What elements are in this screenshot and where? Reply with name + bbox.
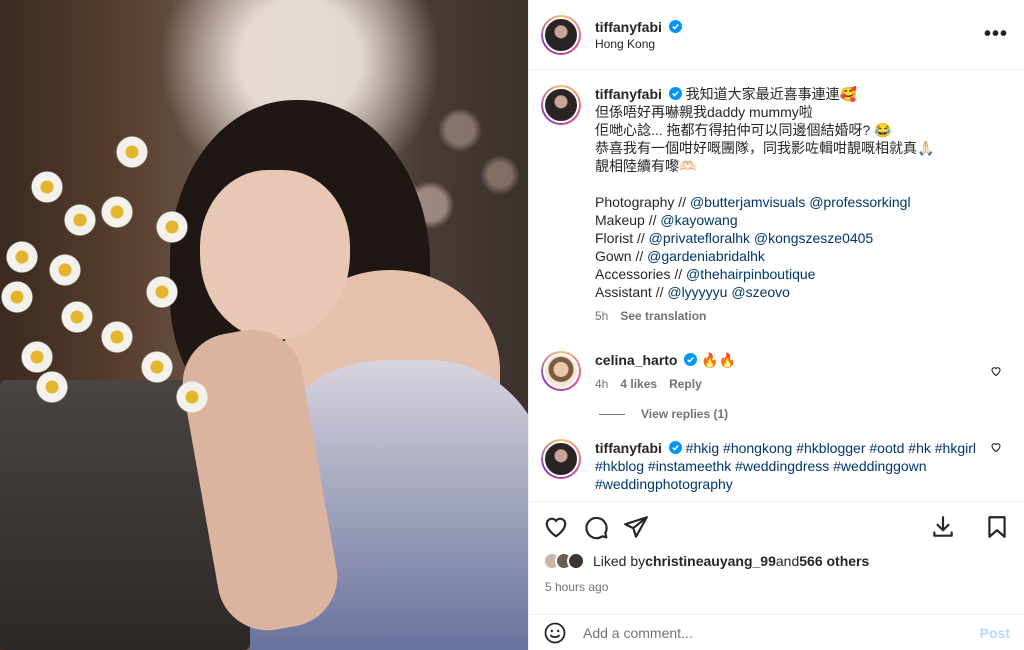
caption-line: 但係唔好再嚇親我daddy mummy啦 — [595, 104, 813, 120]
author-username[interactable]: tiffanyfabi — [595, 19, 662, 35]
liker-username[interactable]: christineauyang_99 — [645, 553, 776, 569]
author-info: tiffanyfabi Hong Kong — [595, 19, 682, 51]
add-comment-bar: Post — [529, 614, 1024, 650]
comment-input[interactable] — [583, 624, 980, 641]
daisy-flower — [30, 170, 64, 204]
credit-label: Assistant // — [595, 284, 668, 300]
instagram-post-view: tiffanyfabi Hong Kong ••• tiffanyfabi 我知… — [0, 0, 1024, 650]
like-comment-heart-icon[interactable] — [990, 441, 1002, 453]
comment-text: 🔥🔥 — [701, 352, 737, 368]
commenter-username[interactable]: celina_harto — [595, 352, 677, 368]
credit-mentions[interactable]: @kayowang — [660, 212, 737, 228]
like-comment-heart-icon[interactable] — [990, 365, 1002, 377]
daisy-flower — [5, 240, 39, 274]
daisy-flower — [35, 370, 69, 404]
credit-florist: Florist // @privatefloralhk @kongszesze0… — [595, 229, 1008, 247]
daisy-flower — [20, 340, 54, 374]
credit-label: Gown // — [595, 248, 648, 264]
more-options-icon[interactable]: ••• — [984, 23, 1008, 46]
caption-username[interactable]: tiffanyfabi — [595, 86, 662, 102]
post-side-panel: tiffanyfabi Hong Kong ••• tiffanyfabi 我知… — [528, 0, 1024, 650]
credit-accessories: Accessories // @thehairpinboutique — [595, 265, 1008, 283]
credit-mentions[interactable]: @lyyyyyu @szeovo — [667, 284, 790, 300]
caption-line: 靚相陸續有嚟🫶🏻 — [595, 158, 697, 174]
view-replies-button[interactable]: View replies (1) — [599, 407, 1008, 421]
commenter-avatar[interactable] — [541, 439, 581, 479]
credit-mentions[interactable]: @thehairpinboutique — [686, 266, 815, 282]
comment: celina_harto 🔥🔥 4h 4 likes Reply — [541, 351, 1008, 393]
like-heart-icon[interactable] — [543, 514, 569, 540]
credit-mentions[interactable]: @butterjamvisuals @professorkingl — [690, 194, 911, 210]
verified-badge-icon — [668, 87, 682, 100]
daisy-flower — [0, 280, 34, 314]
daisy-flower — [115, 135, 149, 169]
likes-prefix: Liked by — [593, 553, 646, 569]
daisy-flower — [100, 320, 134, 354]
see-translation-link[interactable]: See translation — [620, 307, 706, 325]
comment: tiffanyfabi #hkig #hongkong #hkblogger #… — [541, 439, 1008, 493]
replies-divider — [599, 413, 625, 415]
view-replies-label: View replies (1) — [641, 407, 729, 421]
caption-line: 我知道大家最近喜事連連🥰 — [685, 86, 858, 102]
caption-time: 5h — [595, 309, 609, 323]
verified-badge-icon — [668, 441, 682, 454]
verified-badge-icon — [684, 353, 698, 366]
comment-bubble-icon[interactable] — [583, 514, 609, 540]
credit-mentions[interactable]: @gardeniabridalhk — [647, 248, 765, 264]
caption-line: 恭喜我有一個咁好嘅團隊，同我影咗輯咁靚嘅相就真🙏🏻 — [595, 140, 935, 156]
caption-avatar[interactable] — [541, 85, 581, 125]
daisy-flower — [155, 210, 189, 244]
comment-time: 4h — [595, 377, 609, 391]
post-comment-button[interactable]: Post — [980, 625, 1010, 641]
credit-gown: Gown // @gardeniabridalhk — [595, 247, 1008, 265]
post-photo[interactable] — [0, 0, 528, 650]
daisy-flower — [140, 350, 174, 384]
post-header: tiffanyfabi Hong Kong ••• — [529, 0, 1024, 70]
daisy-flower — [100, 195, 134, 229]
emoji-icon[interactable] — [543, 621, 567, 645]
commenter-username[interactable]: tiffanyfabi — [595, 440, 662, 456]
caption-line: 佢哋心諗... 拖都冇得拍仲可以同邊個結婚呀? 😂 — [595, 122, 892, 138]
verified-badge-icon — [668, 19, 682, 33]
post-timestamp[interactable]: 5 hours ago — [545, 580, 608, 594]
liker-avatars — [543, 552, 585, 570]
likes-summary: Liked by christineauyang_99 and 566 othe… — [543, 552, 1010, 570]
daisy-flower — [60, 200, 100, 240]
credit-photography: Photography // @butterjamvisuals @profes… — [595, 193, 1008, 211]
author-avatar[interactable] — [541, 14, 581, 55]
daisy-flower — [45, 250, 85, 290]
post-actions-bar — [529, 501, 1024, 551]
credit-assistant: Assistant // @lyyyyyu @szeovo — [595, 283, 1008, 301]
credit-label: Florist // — [595, 230, 649, 246]
credit-label: Accessories // — [595, 266, 687, 282]
photo-face — [200, 170, 350, 340]
reply-button[interactable]: Reply — [669, 375, 702, 393]
post-location[interactable]: Hong Kong — [595, 37, 682, 51]
share-paper-plane-icon[interactable] — [623, 514, 649, 540]
comment-likes[interactable]: 4 likes — [620, 375, 657, 393]
likes-middle: and — [775, 553, 800, 569]
daisy-flower — [175, 380, 209, 414]
daisy-flower — [60, 300, 94, 334]
comments-section[interactable]: tiffanyfabi 我知道大家最近喜事連連🥰 但係唔好再嚇親我daddy m… — [529, 71, 1024, 500]
save-bookmark-icon[interactable] — [984, 514, 1010, 540]
daisy-flower — [145, 275, 179, 309]
commenter-avatar[interactable] — [541, 351, 581, 391]
credit-label: Makeup // — [595, 212, 661, 228]
likes-others-link[interactable]: 566 others — [799, 553, 869, 569]
caption: tiffanyfabi 我知道大家最近喜事連連🥰 但係唔好再嚇親我daddy m… — [541, 85, 1008, 325]
credit-label: Photography // — [595, 194, 690, 210]
credit-mentions[interactable]: @privatefloralhk @kongszesze0405 — [649, 230, 874, 246]
download-icon[interactable] — [930, 514, 956, 540]
credit-makeup: Makeup // @kayowang — [595, 211, 1008, 229]
